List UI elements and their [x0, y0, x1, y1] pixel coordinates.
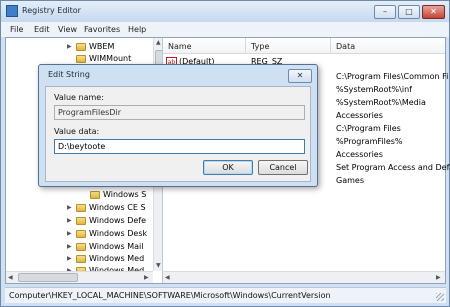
tree-node[interactable]: ▶ Windows Med	[67, 254, 144, 266]
column-header-type[interactable]: Type	[251, 42, 269, 51]
column-divider[interactable]	[245, 38, 246, 54]
value-data[interactable]: C:\Program Files\Common Fi	[336, 72, 448, 84]
value-data[interactable]: %SystemRoot%\Media	[336, 98, 426, 110]
folder-icon	[76, 242, 86, 251]
value-data[interactable]: Accessories	[336, 150, 383, 162]
dialog-title: Edit String	[48, 70, 90, 79]
folder-icon	[76, 254, 86, 263]
maximize-button[interactable]: □	[398, 5, 420, 19]
menu-help[interactable]: Help	[128, 25, 146, 34]
scroll-right-arrow-icon[interactable]: ▶	[436, 274, 441, 281]
value-data[interactable]: Accessories	[336, 111, 383, 123]
menu-bar: File Edit View Favorites Help	[1, 22, 449, 37]
expand-arrow-icon[interactable]: ▶	[67, 217, 74, 224]
tree-node-label: WIMMount	[89, 54, 132, 63]
tree-node[interactable]: ▶ Windows CE S	[67, 203, 146, 215]
expand-arrow-icon[interactable]: ▶	[67, 243, 74, 250]
scroll-left-arrow-icon[interactable]: ◀	[8, 274, 13, 281]
value-data[interactable]: Set Program Access and Defa	[336, 163, 450, 175]
scroll-down-arrow-icon[interactable]: ▼	[156, 262, 161, 269]
tree-horizontal-scrollbar[interactable]: ◀ ▶	[6, 271, 153, 283]
menu-edit[interactable]: Edit	[34, 25, 50, 34]
tree-node[interactable]: ▶ Windows Desk	[67, 229, 147, 241]
expand-arrow-icon[interactable]: ▶	[67, 230, 74, 237]
column-header-data[interactable]: Data	[336, 42, 355, 51]
tree-node-label: Windows Defe	[89, 216, 147, 225]
tree-node[interactable]: Windows S	[81, 190, 146, 202]
resize-grip-icon[interactable]	[436, 293, 444, 301]
window-title: Registry Editor	[22, 6, 81, 15]
dialog-body: Value name: ProgramFilesDir Value data: …	[45, 86, 311, 182]
folder-icon	[76, 229, 86, 238]
tree-node-label: WBEM	[89, 42, 115, 51]
tree-node-label: Windows Desk	[89, 229, 148, 238]
menu-view[interactable]: View	[58, 25, 77, 34]
close-button[interactable]: ✕	[422, 5, 445, 19]
tree-node[interactable]: ▶ Windows Defe	[67, 216, 146, 228]
value-data-input[interactable]: D:\beytoote	[54, 139, 305, 154]
tree-node-label: Windows Med	[89, 254, 145, 263]
tree-node-label: Windows CE S	[89, 203, 146, 212]
tree-node[interactable]: ▶ Windows Mail	[67, 242, 144, 254]
folder-icon	[76, 42, 86, 51]
menu-favorites[interactable]: Favorites	[84, 25, 120, 34]
column-divider[interactable]	[330, 38, 331, 54]
column-header-name[interactable]: Name	[168, 42, 192, 51]
folder-icon	[76, 54, 86, 63]
value-data-label: Value data:	[54, 127, 100, 136]
value-data[interactable]: Games	[336, 176, 364, 188]
ok-button[interactable]: OK	[203, 160, 253, 175]
folder-icon	[90, 190, 100, 199]
status-path: Computer\HKEY_LOCAL_MACHINE\SOFTWARE\Mic…	[9, 291, 331, 300]
title-bar: Registry Editor – □ ✕	[1, 1, 449, 22]
status-bar: Computer\HKEY_LOCAL_MACHINE\SOFTWARE\Mic…	[5, 287, 446, 303]
scroll-left-arrow-icon[interactable]: ◀	[165, 274, 170, 281]
registry-editor-window: Registry Editor – □ ✕ File Edit View Fav…	[0, 0, 450, 307]
tree-node-label: Windows Mail	[89, 242, 144, 251]
menu-file[interactable]: File	[10, 25, 23, 34]
value-name-label: Value name:	[54, 93, 104, 102]
folder-icon	[76, 216, 86, 225]
expand-arrow-icon[interactable]: ▶	[67, 43, 74, 50]
dialog-close-button[interactable]: ✕	[288, 69, 312, 83]
minimize-button[interactable]: –	[374, 5, 396, 19]
scroll-right-arrow-icon[interactable]: ▶	[144, 274, 149, 281]
value-data[interactable]: C:\Program Files	[336, 124, 401, 136]
value-data[interactable]: %SystemRoot%\inf	[336, 85, 412, 97]
tree-node[interactable]: ▶ WBEM	[67, 42, 114, 54]
edit-string-dialog: Edit String ✕ Value name: ProgramFilesDi…	[38, 64, 318, 187]
value-data[interactable]: %ProgramFiles%	[336, 137, 403, 149]
scroll-up-arrow-icon[interactable]: ▲	[156, 39, 161, 46]
value-name-field: ProgramFilesDir	[54, 105, 305, 120]
tree-node-label: Windows S	[103, 190, 147, 199]
cancel-button[interactable]: Cancel	[258, 160, 308, 175]
expand-arrow-icon[interactable]: ▶	[67, 255, 74, 262]
list-horizontal-scrollbar[interactable]: ◀ ▶	[163, 271, 445, 283]
expand-arrow-icon[interactable]: ▶	[67, 204, 74, 211]
list-column-header: Name Type Data	[163, 38, 445, 54]
registry-app-icon	[6, 5, 18, 17]
folder-icon	[76, 203, 86, 212]
scroll-thumb[interactable]	[18, 273, 78, 282]
